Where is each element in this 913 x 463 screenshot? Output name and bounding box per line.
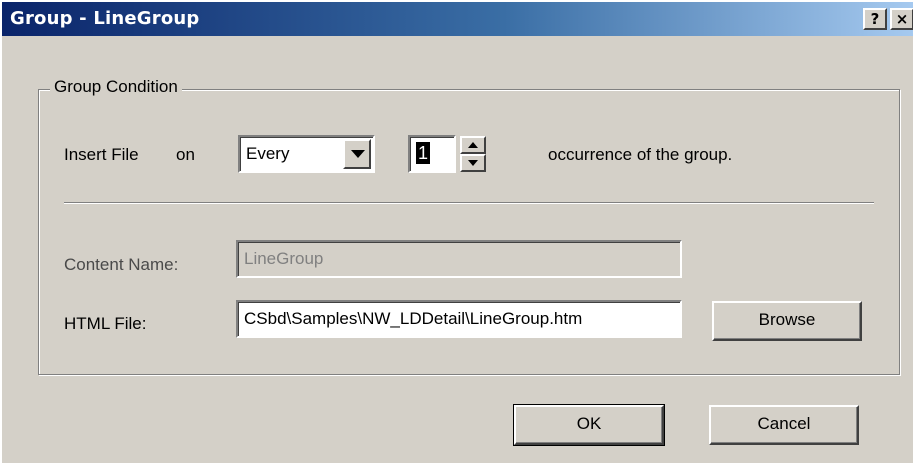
group-dialog: Group - LineGroup ? × Group Condition In… (0, 0, 913, 463)
html-file-label: HTML File: (64, 314, 147, 333)
ok-button[interactable]: OK (513, 404, 665, 446)
browse-button[interactable]: Browse (712, 301, 862, 341)
spin-up-button[interactable] (460, 136, 486, 154)
frequency-select[interactable]: Every (238, 135, 375, 173)
content-name-field: LineGroup (236, 240, 682, 278)
occurrence-input[interactable]: 1 (408, 135, 456, 173)
insert-file-label: Insert File (64, 145, 139, 164)
group-condition-legend: Group Condition (50, 77, 182, 97)
occurrence-suffix-text: occurrence of the group. (548, 145, 733, 164)
help-button[interactable]: ? (863, 8, 887, 30)
spin-down-button[interactable] (460, 154, 486, 172)
frequency-select-value: Every (246, 144, 290, 163)
on-label: on (176, 145, 195, 164)
html-file-field[interactable]: CSbd\Samples\NW_LDDetail\LineGroup.htm (236, 300, 682, 338)
chevron-down-icon[interactable] (343, 139, 371, 169)
dialog-title: Group - LineGroup (10, 8, 200, 29)
occurrence-value: 1 (416, 142, 431, 164)
title-bar[interactable]: Group - LineGroup ? × (2, 2, 913, 36)
content-name-label: Content Name: (64, 255, 179, 274)
separator (64, 202, 874, 204)
close-button[interactable]: × (890, 8, 913, 30)
cancel-button[interactable]: Cancel (709, 405, 859, 445)
